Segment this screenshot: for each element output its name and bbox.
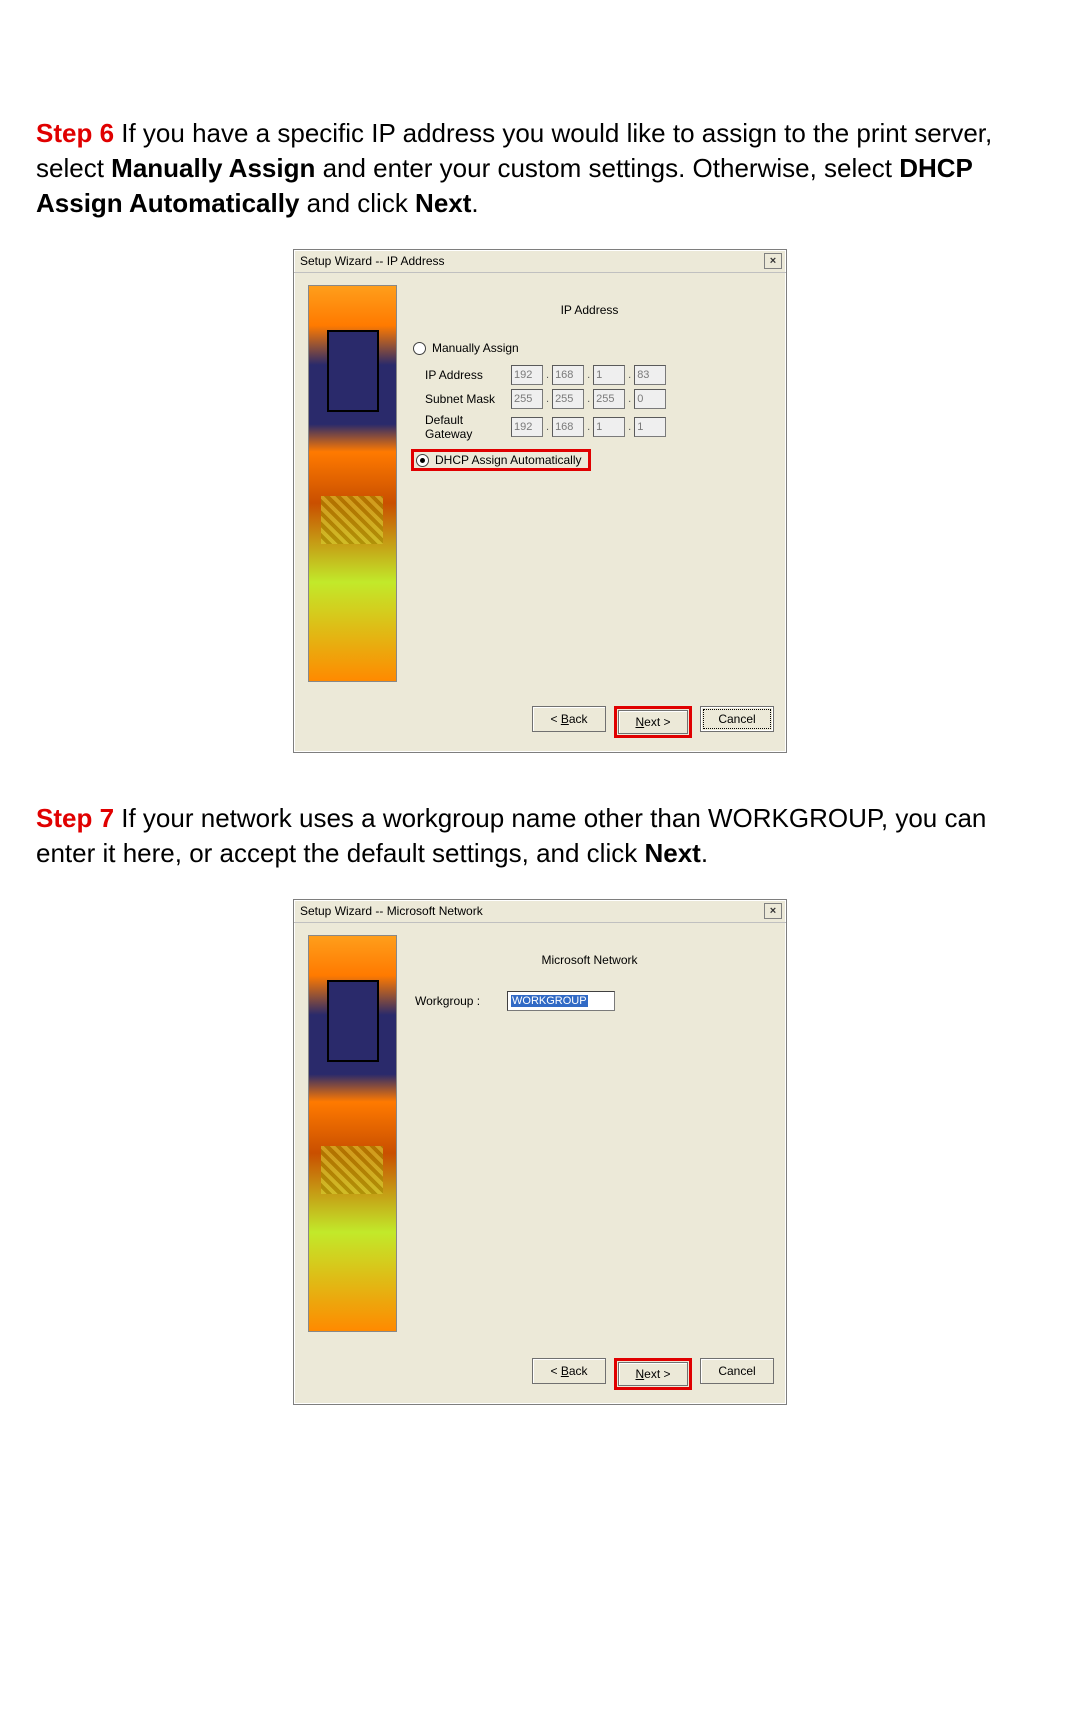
ip-octet-3[interactable]: 1 — [593, 365, 625, 385]
radio-dhcp-assign[interactable]: DHCP Assign Automatically — [416, 453, 582, 467]
ip-octet-2[interactable]: 168 — [552, 365, 584, 385]
mask-octet-1[interactable]: 255 — [511, 389, 543, 409]
titlebar: Setup Wizard -- IP Address × — [294, 250, 786, 273]
wizard-ip-address-window: Setup Wizard -- IP Address × IP Address … — [293, 249, 787, 753]
radio-icon — [413, 342, 426, 355]
wizard-side-image — [308, 935, 397, 1332]
mask-octet-3[interactable]: 255 — [593, 389, 625, 409]
workgroup-label: Workgroup : — [415, 994, 507, 1008]
panel-title: Microsoft Network — [411, 953, 768, 967]
titlebar: Setup Wizard -- Microsoft Network × — [294, 900, 786, 923]
step6-text-c: and click — [299, 188, 415, 218]
mask-octet-4[interactable]: 0 — [634, 389, 666, 409]
wizard-side-image — [308, 285, 397, 682]
default-gateway-row: Default Gateway 192. 168. 1. 1 — [425, 413, 768, 441]
radio-manual-label: Manually Assign — [432, 341, 519, 355]
ip-octet-4[interactable]: 83 — [634, 365, 666, 385]
mask-octet-2[interactable]: 255 — [552, 389, 584, 409]
step7-bold-next: Next — [644, 838, 700, 868]
step7-label: Step 7 — [36, 803, 114, 833]
ip-address-label: IP Address — [425, 368, 511, 382]
gw-octet-2[interactable]: 168 — [552, 417, 584, 437]
wizard-microsoft-network-window: Setup Wizard -- Microsoft Network × Micr… — [293, 899, 787, 1405]
subnet-mask-label: Subnet Mask — [425, 392, 511, 406]
step6-label: Step 6 — [36, 118, 114, 148]
back-button[interactable]: < Back — [532, 706, 606, 732]
back-button[interactable]: < Back — [532, 1358, 606, 1384]
subnet-mask-row: Subnet Mask 255. 255. 255. 0 — [425, 389, 768, 409]
radio-dhcp-highlight: DHCP Assign Automatically — [411, 449, 591, 471]
button-row: < Back Next > Cancel — [294, 1334, 786, 1404]
button-row: < Back Next > Cancel — [294, 682, 786, 752]
next-button-highlight: Next > — [614, 706, 692, 738]
window-title: Setup Wizard -- Microsoft Network — [300, 904, 483, 918]
cancel-button[interactable]: Cancel — [700, 1358, 774, 1384]
panel-title: IP Address — [411, 303, 768, 317]
window-title: Setup Wizard -- IP Address — [300, 254, 445, 268]
step6-text-d: . — [471, 188, 478, 218]
close-icon[interactable]: × — [764, 253, 782, 269]
step7-text-a: If your network uses a workgroup name ot… — [36, 803, 986, 868]
cancel-button[interactable]: Cancel — [700, 706, 774, 732]
next-button[interactable]: Next > — [618, 1362, 688, 1386]
ip-octet-1[interactable]: 192 — [511, 365, 543, 385]
close-icon[interactable]: × — [764, 903, 782, 919]
workgroup-row: Workgroup : WORKGROUP — [415, 991, 768, 1011]
radio-dhcp-label: DHCP Assign Automatically — [435, 453, 582, 467]
step7-text-b: . — [701, 838, 708, 868]
step6-text-b: and enter your custom settings. Otherwis… — [315, 153, 899, 183]
workgroup-value: WORKGROUP — [511, 995, 588, 1007]
gw-octet-1[interactable]: 192 — [511, 417, 543, 437]
next-button[interactable]: Next > — [618, 710, 688, 734]
radio-manually-assign[interactable]: Manually Assign — [413, 341, 768, 355]
workgroup-input[interactable]: WORKGROUP — [507, 991, 615, 1011]
step6-bold-next: Next — [415, 188, 471, 218]
radio-icon — [416, 454, 429, 467]
step7-paragraph: Step 7 If your network uses a workgroup … — [36, 801, 1044, 871]
step6-paragraph: Step 6 If you have a specific IP address… — [36, 116, 1044, 221]
gw-octet-4[interactable]: 1 — [634, 417, 666, 437]
gw-octet-3[interactable]: 1 — [593, 417, 625, 437]
default-gateway-label: Default Gateway — [425, 413, 511, 441]
step6-bold-manually: Manually Assign — [111, 153, 315, 183]
next-button-highlight: Next > — [614, 1358, 692, 1390]
ip-address-row: IP Address 192. 168. 1. 83 — [425, 365, 768, 385]
